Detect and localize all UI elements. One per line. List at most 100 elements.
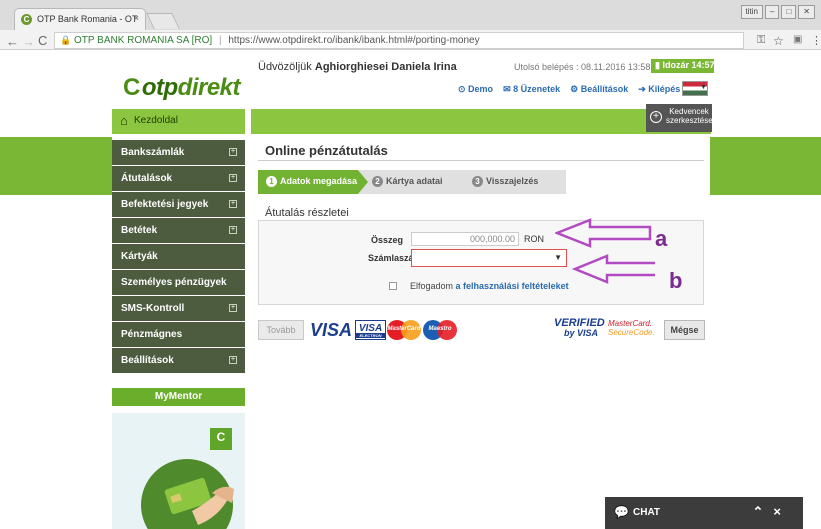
tab-title: OTP Bank Romania - OT [37, 14, 138, 24]
url-site-identity: OTP BANK ROMANIA SA [RO] [74, 35, 213, 46]
sidebar-item-label: Beállítások [121, 355, 174, 366]
session-timer: ▮ Idozár 14:57 [651, 59, 714, 73]
sidebar-item[interactable]: Betétek + [112, 218, 245, 243]
address-bar[interactable]: 🔒 OTP BANK ROMANIA SA [RO] | https://www… [54, 32, 744, 49]
sidebar-item-label: Befektetési jegyek [121, 199, 209, 210]
sidebar-item-label: Betétek [121, 225, 158, 236]
sidebar-item[interactable]: Bankszámlák + [112, 140, 245, 165]
browser-menu-icon[interactable]: ⋮ [811, 34, 821, 47]
settings-link[interactable]: ⚙ Beállítások [570, 84, 628, 95]
section-title: Átutalás részletei [265, 207, 349, 219]
visa-electron-logo: VISA ELECTRON [355, 320, 386, 340]
maximize-button[interactable]: □ [781, 5, 797, 19]
close-icon[interactable]: × [773, 504, 791, 519]
amount-input[interactable]: 000,000.00 [411, 232, 519, 246]
divider [258, 160, 704, 161]
annotation-arrows [555, 218, 655, 284]
reload-icon[interactable]: C [38, 33, 47, 48]
green-band-left [0, 137, 112, 195]
welcome-message: Üdvözöljük Aghiorghiesei Daniela Irina [258, 61, 457, 73]
envelope-icon: ✉ [503, 84, 514, 94]
browser-tab[interactable]: C OTP Bank Romania - OT × [14, 8, 146, 30]
annotation-label-a: a [655, 226, 668, 251]
annotation-label-b: b [669, 268, 683, 293]
otp-logo-icon: C [123, 74, 140, 101]
sidebar-item[interactable]: Befektetési jegyek + [112, 192, 245, 217]
otpdirekt-logo[interactable]: Cotpdirekt [123, 74, 241, 102]
sidebar-item[interactable]: Kártyák [112, 244, 245, 269]
chat-bubble-icon: 💬 [614, 505, 629, 519]
url-separator: | [218, 35, 222, 46]
account-number-select[interactable]: ▼ [411, 249, 567, 267]
promo-banner[interactable]: C [112, 413, 245, 529]
sidebar-item[interactable]: Pénzmágnes [112, 322, 245, 347]
chat-widget[interactable]: 💬 CHAT ⌃× [605, 497, 803, 529]
messages-link[interactable]: ✉ 8 Üzenetek [503, 84, 560, 95]
logout-link[interactable]: ➔ Kilépés [638, 84, 680, 95]
close-window-button[interactable]: ✕ [798, 5, 815, 19]
sidebar-item[interactable]: Átutalások + [112, 166, 245, 191]
step-1: 1 Adatok megadása [258, 170, 368, 194]
chat-controls: ⌃× [753, 504, 792, 520]
expand-plus-icon: + [229, 174, 237, 182]
sidebar-item-label: Bankszámlák [121, 147, 185, 158]
lock-icon: 🔒 [60, 35, 72, 45]
window-controls: titin – □ ✕ [740, 5, 815, 19]
step-arrow [358, 170, 368, 194]
sidebar-item[interactable]: Személyes pénzügyek [112, 270, 245, 295]
expand-plus-icon: + [229, 148, 237, 156]
gear-icon: ⚙ [570, 84, 581, 94]
window-user-badge: titin [740, 5, 763, 19]
sidebar-menu: Bankszámlák + Átutalások + Befektetési jegye… [112, 140, 245, 373]
plus-circle-icon: + [650, 111, 662, 123]
wizard-steps: 1 Adatok megadása 2 Kártya adatai 3 Visszaj… [258, 170, 566, 194]
user-name: Aghiorghiesei Daniela Irina [314, 61, 457, 73]
content-header-bar [251, 109, 711, 134]
home-button[interactable]: ⌂ Kezdoldal [112, 109, 245, 134]
otp-favicon-icon: C [21, 14, 32, 25]
forward-arrow-icon[interactable]: → [22, 34, 35, 49]
minimize-button[interactable]: – [765, 5, 780, 19]
chevron-up-icon[interactable]: ⌃ [753, 504, 774, 519]
sidebar-item-label: Pénzmágnes [121, 329, 183, 340]
expand-plus-icon: + [229, 304, 237, 312]
tab-close-icon[interactable]: × [134, 13, 139, 23]
sidebar-item[interactable]: SMS-Kontroll + [112, 296, 245, 321]
step-3: 3 Visszajelzés [458, 170, 566, 194]
sidebar-item[interactable]: Beállítások + [112, 348, 245, 373]
terms-text: Elfogadom a felhasználási feltételeket [410, 281, 569, 291]
step-2: 2 Kártya adatai [358, 170, 468, 194]
card-in-hand-illustration [141, 459, 234, 529]
verified-by-visa-logo: VERIFIED by VISA [554, 317, 605, 339]
sidebar-item-label: Kártyák [121, 251, 158, 262]
url-path: https://www.otpdirekt.ro/ibank/ibank.htm… [228, 35, 480, 46]
green-band-right [710, 137, 821, 195]
sidebar-item-label: SMS-Kontroll [121, 303, 185, 314]
key-icon[interactable]: ⚿ [757, 34, 765, 47]
page-title: Online pénzátutalás [265, 143, 388, 158]
expand-plus-icon: + [229, 200, 237, 208]
terms-link[interactable]: a felhasználási feltételeket [456, 281, 569, 291]
expand-plus-icon: + [229, 356, 237, 364]
chevron-down-icon[interactable]: ▼ [700, 84, 707, 91]
maestro-logo: Maestro [423, 320, 457, 340]
step-arrow [458, 170, 468, 194]
extension-icon[interactable]: ▣ [793, 34, 802, 45]
last-login: Utolsó belépés : 08.11.2016 13:58:10 [514, 62, 663, 72]
play-icon: ⊙ [458, 84, 469, 94]
edit-favorites-button[interactable]: + Kedvencek szerkesztése [646, 104, 713, 132]
mastercard-logo: MasterCard [387, 320, 421, 340]
next-button[interactable]: Tovább [258, 320, 304, 340]
back-arrow-icon[interactable]: ← [6, 34, 19, 49]
otp-badge-icon: C [210, 428, 232, 450]
logout-icon: ➔ [638, 84, 649, 94]
terms-checkbox[interactable] [389, 282, 397, 290]
mastercard-securecode-logo: MasterCard. SecureCode. [608, 319, 655, 337]
bookmark-star-icon[interactable]: ☆ [773, 34, 784, 48]
amount-label: Összeg [371, 235, 404, 245]
demo-link[interactable]: ⊙ Demo [458, 84, 493, 95]
mymentor-button[interactable]: MyMentor [112, 388, 245, 406]
sidebar-item-label: Személyes pénzügyek [121, 277, 227, 288]
home-icon: ⌂ [120, 113, 128, 128]
cancel-button[interactable]: Mégse [664, 320, 705, 340]
